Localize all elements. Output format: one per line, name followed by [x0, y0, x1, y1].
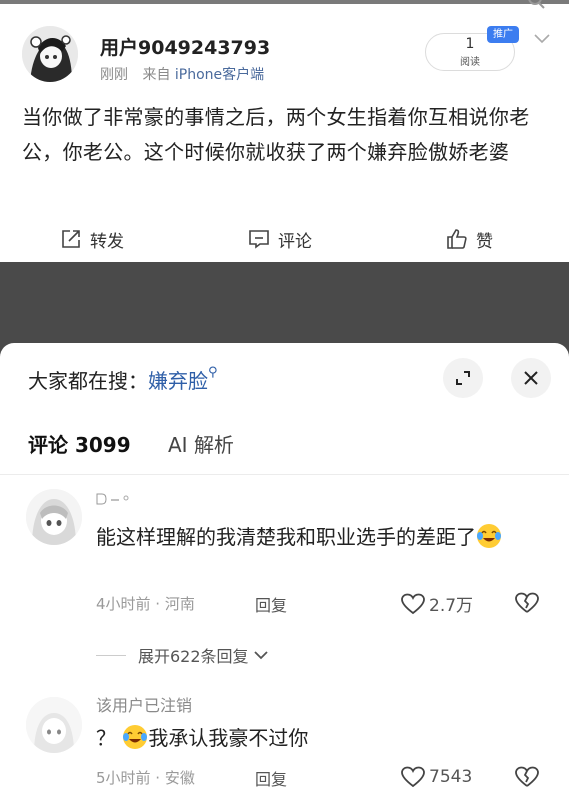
hot-search-label: 大家都在搜：	[28, 369, 148, 393]
broken-heart-icon[interactable]	[514, 765, 540, 789]
crying-laughing-emoji-icon	[123, 725, 148, 749]
comment-text-prefix: ？	[96, 726, 116, 750]
tab-comments[interactable]: 评论 3099	[28, 429, 131, 458]
search-icon[interactable]	[527, 0, 547, 14]
tab-ai-analysis[interactable]: AI 解析	[168, 429, 234, 458]
comment-like-count: 7543	[429, 767, 473, 787]
repost-icon	[62, 230, 80, 248]
anime-avatar-icon	[26, 489, 82, 545]
anime-avatar-icon	[22, 26, 78, 82]
repost-button[interactable]: 转发	[60, 220, 124, 258]
close-button[interactable]	[511, 358, 551, 398]
comment-text-body: 我承认我豪不过你	[148, 726, 309, 750]
comment-like-count: 2.7万	[429, 596, 474, 616]
chevron-down-icon	[253, 651, 268, 660]
comment-label: 评论	[278, 231, 312, 252]
post-meta: 刚刚 来自 iPhone客户端	[100, 64, 264, 84]
weibo-post-card: 用户9049243793 刚刚 来自 iPhone客户端 1 阅读 推广 当你做…	[0, 0, 569, 262]
reply-button[interactable]: 回复	[255, 592, 287, 616]
avatar[interactable]	[22, 26, 78, 82]
thumbs-up-icon	[447, 229, 467, 249]
username[interactable]: 用户9049243793	[100, 33, 270, 60]
broken-heart-icon[interactable]	[514, 591, 540, 615]
commenter-avatar[interactable]	[26, 697, 82, 753]
like-button[interactable]: 赞	[446, 220, 493, 258]
hot-search: 大家都在搜：嫌弃脸⚲	[28, 365, 218, 394]
comment-text: ？ 我承认我豪不过你	[96, 722, 536, 755]
promo-badge: 推广	[487, 26, 519, 43]
close-icon	[524, 371, 538, 385]
source-prefix: 来自	[142, 67, 171, 83]
reply-button[interactable]: 回复	[255, 766, 287, 790]
comment-button[interactable]: 评论	[248, 220, 312, 258]
comment-sheet: 大家都在搜：嫌弃脸⚲ 评论 3099 AI 解析 能这样理解的我清楚我和职业选手…	[0, 343, 569, 800]
comment-time-location: 4小时前 · 河南	[96, 595, 195, 613]
expand-replies-button[interactable]: 展开622条回复	[96, 643, 269, 667]
hot-search-keyword[interactable]: 嫌弃脸	[148, 369, 208, 393]
crying-laughing-emoji-icon	[477, 524, 501, 548]
source-client[interactable]: iPhone客户端	[175, 67, 264, 83]
comment-like-button[interactable]: 7543	[400, 765, 472, 789]
comment-time-location: 5小时前 · 安徽	[96, 769, 195, 787]
user-badge-icon	[96, 493, 129, 505]
comment-icon	[249, 230, 269, 249]
expand-button[interactable]	[443, 358, 483, 398]
comment-text-body: 能这样理解的我清楚我和职业选手的差距了	[96, 525, 476, 549]
commenter-badges	[96, 493, 136, 508]
sheet-tabs: 评论 3099 AI 解析	[0, 423, 569, 475]
anime-avatar-icon	[26, 697, 82, 753]
post-actions: 转发 评论 赞	[0, 220, 569, 258]
post-time: 刚刚	[100, 67, 128, 83]
commenter-avatar[interactable]	[26, 489, 82, 545]
like-label: 赞	[476, 231, 493, 252]
commenter-name[interactable]: 该用户已注销	[96, 692, 192, 716]
heart-icon	[401, 593, 425, 614]
expand-replies-label: 展开622条回复	[138, 647, 249, 666]
search-small-icon: ⚲	[208, 365, 218, 380]
comment-like-button[interactable]: 2.7万	[400, 591, 473, 616]
expand-divider	[96, 654, 126, 656]
heart-icon	[401, 766, 425, 788]
chevron-down-icon[interactable]	[532, 30, 552, 48]
post-text: 当你做了非常豪的事情之后，两个女生指着你互相说你老公，你老公。这个时候你就收获了…	[22, 105, 530, 164]
top-edge-bar	[0, 0, 569, 4]
repost-label: 转发	[90, 231, 124, 252]
expand-icon	[456, 371, 470, 385]
comment-text: 能这样理解的我清楚我和职业选手的差距了	[96, 521, 536, 554]
read-label: 阅读	[460, 57, 480, 68]
